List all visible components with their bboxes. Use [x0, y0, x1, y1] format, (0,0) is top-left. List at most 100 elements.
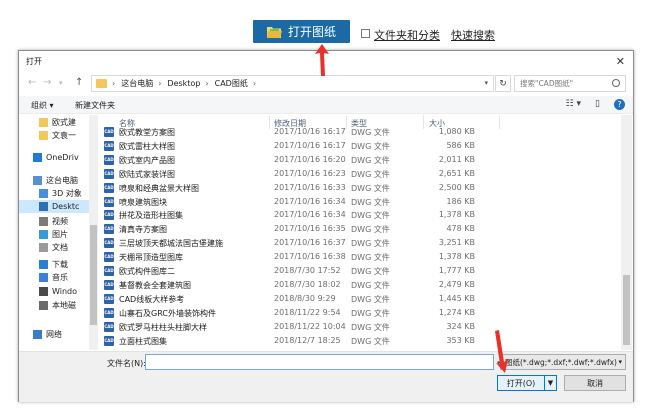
nav-scrollbar-thumb[interactable]	[90, 225, 97, 325]
new-folder-button[interactable]: 新建文件夹	[75, 100, 115, 111]
folder-classify-link[interactable]: 文件夹和分类	[374, 27, 440, 43]
file-type: DWG 文件	[351, 128, 390, 137]
recent-dropdown-icon[interactable]: ▾	[59, 79, 63, 87]
file-name: 欧式教堂方案图	[119, 128, 175, 137]
file-date: 2018/11/22 9:54	[274, 307, 341, 317]
folder-icon	[33, 176, 42, 185]
view-options-icon[interactable]: ☷ ▾	[566, 99, 581, 110]
file-row[interactable]: CAD 欧式教堂方案图 2017/10/16 16:17 DWG 文件 1,080 KB	[99, 125, 621, 139]
dwg-file-icon: CAD	[104, 140, 114, 151]
sidebar-item-network[interactable]: 网络	[19, 328, 89, 341]
dwg-file-icon: CAD	[104, 321, 114, 332]
sidebar-item-folder-1[interactable]: 欧式建	[19, 116, 89, 129]
file-row[interactable]: CAD 基督教会全套建筑图 2018/7/30 18:02 DWG 文件 2,479 K…	[99, 278, 621, 292]
folder-icon	[39, 273, 48, 282]
file-row[interactable]: CAD 山寨石及GRC外墙装饰构件 2018/11/22 9:54 DWG 文件 1,2…	[99, 306, 621, 320]
sidebar-item-videos[interactable]: 视频	[19, 215, 89, 228]
file-date: 2018/12/7 18:25	[274, 335, 341, 345]
breadcrumb-desktop[interactable]: Desktop	[167, 79, 200, 88]
file-size: 353 KB	[446, 335, 475, 345]
sidebar-item-downloads[interactable]: 下载	[19, 258, 89, 271]
folder-icon	[39, 131, 48, 140]
folder-icon	[33, 330, 42, 339]
sidebar-item-label: 音乐	[52, 273, 68, 282]
file-type: DWG 文件	[351, 294, 390, 304]
file-row[interactable]: CAD 天棚吊顶造型图库 2017/10/16 16:38 DWG 文件 1,378 K…	[99, 250, 621, 264]
file-row[interactable]: CAD 三层坡顶天都城法国古堡建施 2017/10/16 16:37 DWG 文件 3,…	[99, 236, 621, 250]
sidebar-item-windows[interactable]: Windo	[19, 285, 89, 298]
nav-scrollbar[interactable]	[89, 115, 98, 350]
file-row[interactable]: CAD CAD线板大样参考 2018/8/30 9:29 DWG 文件 1,445 KB	[99, 292, 621, 306]
preview-pane-icon[interactable]: ▯	[595, 99, 600, 110]
folder-icon	[39, 189, 48, 198]
file-list-scrollbar-thumb[interactable]	[623, 275, 630, 345]
file-row[interactable]: CAD 欧式雷柱大样图 2017/10/16 16:17 DWG 文件 586 KB	[99, 139, 621, 153]
refresh-button[interactable]: ↻	[495, 75, 511, 92]
file-type: DWG 文件	[351, 141, 390, 151]
file-type-filter[interactable]: 图纸(*.dwg;*.dxf;*.dwf;*.dwfx) ▾	[500, 354, 626, 370]
sidebar-item-label: 下载	[52, 260, 68, 269]
file-row[interactable]: CAD 喷泉建筑图块 2017/10/16 16:34 DWG 文件 186 KB	[99, 195, 621, 209]
close-icon[interactable]: ✕	[616, 55, 625, 68]
dwg-file-icon: CAD	[104, 266, 114, 276]
sidebar-item-music[interactable]: 音乐	[19, 271, 89, 284]
open-file-dialog: 打开 ✕ ← → ▾ ↑ › 这台电脑 › Desktop › CAD图纸 › …	[18, 50, 634, 402]
open-options-dropdown[interactable]: ▼	[544, 376, 556, 390]
dwg-file-icon: CAD	[104, 224, 114, 235]
file-type: DWG 文件	[351, 211, 390, 221]
folder-icon	[39, 202, 48, 211]
navigation-pane: 欧式建 文袁一 OneDriv 这台电脑 3D 对象 Desktc 视频 图片文档下载音乐 Wi…	[19, 115, 89, 350]
sidebar-item-pictures[interactable]: 图片	[19, 228, 89, 241]
open-button[interactable]: 打开(O) ▼	[497, 375, 557, 391]
folder-icon	[39, 243, 48, 252]
file-row[interactable]: CAD 欧陆式家装详图 2017/10/16 16:23 DWG 文件 2,651 KB	[99, 167, 621, 181]
search-placeholder: 搜索"CAD图纸"	[520, 79, 574, 88]
filename-input[interactable]	[145, 354, 494, 370]
open-drawing-button[interactable]: 打开图纸	[253, 20, 350, 43]
file-row[interactable]: CAD 喷泉和经典盆景大样图 2017/10/16 16:33 DWG 文件 2,500…	[99, 181, 621, 195]
folder-classify-checkbox[interactable]	[361, 29, 370, 38]
file-size: 324 KB	[446, 321, 475, 331]
address-dropdown-icon[interactable]: ▾	[484, 79, 488, 87]
search-icon	[612, 79, 620, 87]
file-row[interactable]: CAD 欧式室内产品图 2017/10/16 16:20 DWG 文件 2,011 KB	[99, 153, 621, 167]
chevron-right-icon: ›	[205, 79, 209, 88]
back-arrow-icon[interactable]: ←	[28, 77, 36, 88]
file-type: DWG 文件	[351, 239, 390, 249]
breadcrumb-this-pc[interactable]: 这台电脑	[121, 78, 153, 89]
sidebar-item-label: 文档	[52, 243, 68, 252]
sidebar-item-label: Windo	[52, 287, 77, 296]
sidebar-item-desktop[interactable]: Desktc	[19, 200, 89, 213]
file-size: 186 KB	[446, 196, 475, 206]
organize-menu[interactable]: 组织 ▾	[31, 100, 54, 111]
file-type: DWG 文件	[351, 336, 390, 346]
sidebar-item-onedrive[interactable]: OneDriv	[19, 151, 89, 164]
file-row[interactable]: CAD 清真寺方案图 2017/10/16 16:35 DWG 文件 478 KB	[99, 222, 621, 236]
file-type: DWG 文件	[351, 267, 390, 276]
breadcrumb-cad-drawings[interactable]: CAD图纸	[215, 78, 248, 89]
file-row[interactable]: CAD 欧式罗马柱柱头柱脚大样 2018/11/22 10:04 DWG 文件 324 …	[99, 320, 621, 334]
file-row[interactable]: CAD 拼花及造形柱图集 2017/10/16 16:34 DWG 文件 1,378 K…	[99, 208, 621, 222]
sidebar-item-3d-objects[interactable]: 3D 对象	[19, 187, 89, 200]
address-bar[interactable]: › 这台电脑 › Desktop › CAD图纸 › ▾	[91, 75, 494, 92]
dialog-title: 打开	[26, 57, 42, 66]
folder-icon	[96, 79, 107, 88]
sidebar-item-local-disk[interactable]: 本地磁	[19, 299, 89, 312]
sidebar-item-this-pc[interactable]: 这台电脑	[19, 174, 89, 187]
open-drawing-label: 打开图纸	[287, 25, 336, 39]
file-row[interactable]: CAD 欧式构件图库二 2018/7/30 17:52 DWG 文件 1,777 KB	[99, 264, 621, 278]
sidebar-item-folder-2[interactable]: 文袁一	[19, 129, 89, 142]
sidebar-item-documents[interactable]: 文档	[19, 241, 89, 254]
help-icon[interactable]: ?	[614, 99, 625, 110]
file-list-scrollbar[interactable]	[621, 115, 632, 350]
file-type: DWG 文件	[351, 280, 390, 290]
file-type: DWG 文件	[351, 322, 390, 332]
cancel-button[interactable]: 取消	[564, 375, 626, 391]
refresh-icon: ↻	[499, 78, 507, 89]
file-name: 欧式罗马柱柱头柱脚大样	[119, 322, 207, 332]
up-arrow-icon[interactable]: ↑	[75, 77, 83, 88]
search-input[interactable]: 搜索"CAD图纸"	[514, 75, 626, 92]
file-row[interactable]: CAD 立面柱式图集 2018/12/7 18:25 DWG 文件 353 KB	[99, 334, 621, 348]
forward-arrow-icon[interactable]: →	[43, 77, 51, 88]
quick-search-link[interactable]: 快速搜索	[451, 27, 495, 43]
